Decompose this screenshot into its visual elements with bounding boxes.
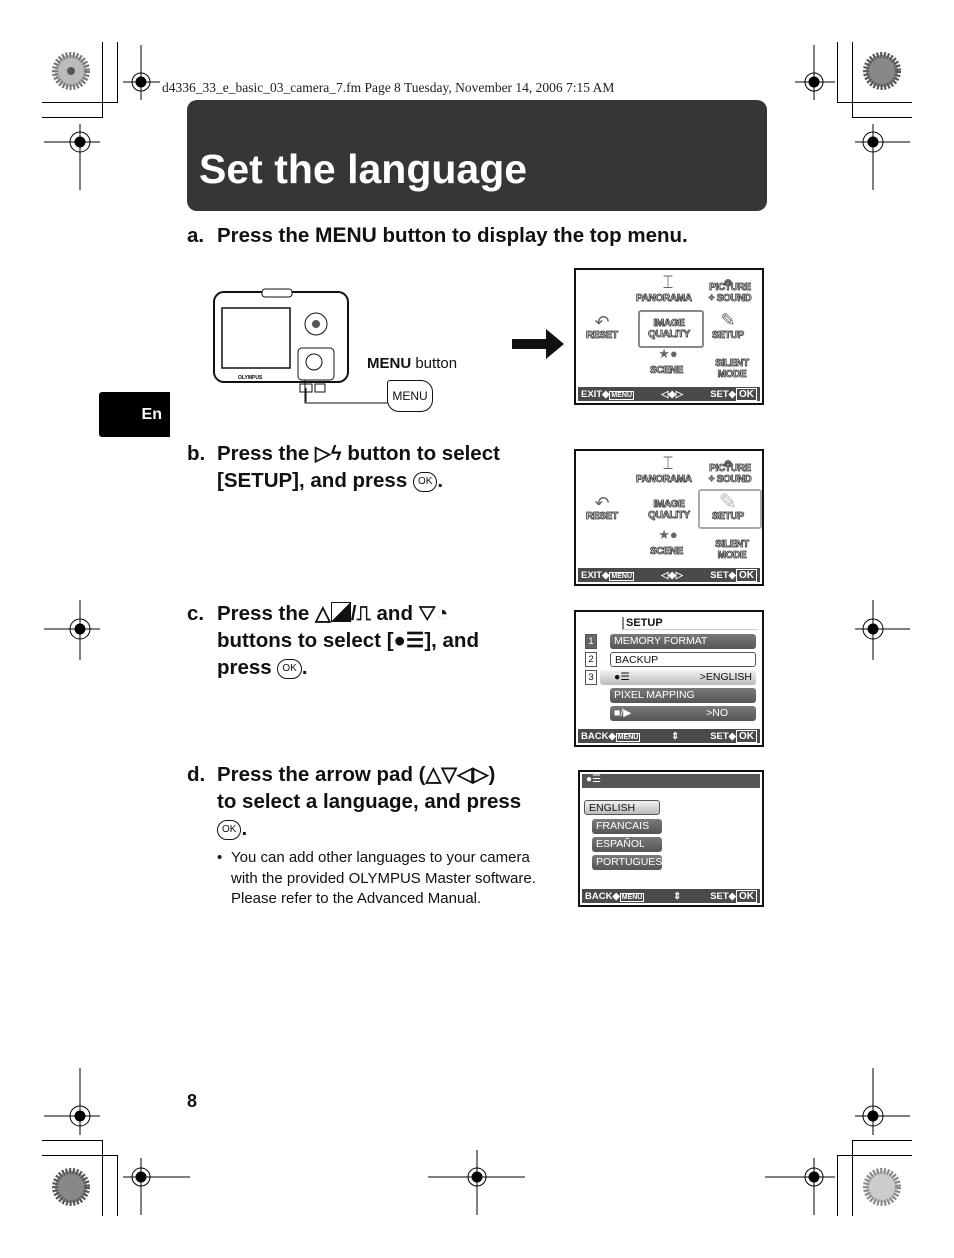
menu-panorama: PANORAMA: [636, 474, 693, 486]
page-number-1: 1: [585, 634, 597, 649]
brand-logo: OLYMPUS: [238, 375, 263, 381]
menu-button-caption: MENU button: [367, 355, 458, 372]
crosshair-icon: [428, 1150, 525, 1215]
note: • You can add other languages to your ca…: [217, 848, 536, 910]
language-option-espanol: ESPAÑOL: [592, 837, 662, 852]
step-text: Press the ▷: [217, 442, 331, 465]
crosshair-icon: [795, 45, 835, 100]
menu-row-backup: BACKUP: [610, 652, 756, 667]
note-line: Please refer to the Advanced Manual.: [231, 890, 482, 907]
arrow-right-icon: [512, 329, 564, 359]
language-menu-screen: ●☰ ENGLISH FRANCAIS ESPAÑOL PORTUGUES BA…: [578, 770, 764, 907]
page-number-3: 3: [585, 670, 597, 685]
step-letter: d.: [187, 763, 206, 786]
page-number-2: 2: [585, 652, 597, 667]
note-line: with the provided OLYMPUS Master softwar…: [231, 869, 536, 887]
ok-button-icon: OK: [412, 471, 438, 492]
language-option-english: ENGLISH: [584, 800, 660, 815]
screen-footer-bar: BACK◆ MENU ⇕ SET◆ OK: [582, 889, 760, 903]
step-text: press: [217, 656, 278, 679]
top-menu-screen: ⌶ PANORAMA ● PICTURE + SOUND ↶ RESET IMAG…: [574, 268, 764, 405]
self-timer-icon: ◔: [435, 602, 449, 625]
menu-row-memory-format: MEMORY FORMAT: [610, 634, 756, 649]
menu-picture-sound: PICTURE + SOUND: [708, 282, 752, 305]
starburst-icon: [52, 52, 90, 90]
menu-picture-sound: PICTURE + SOUND: [708, 463, 752, 486]
starburst-icon: [52, 1168, 90, 1206]
step-d: d. Press the arrow pad (△▽◁▷) to select …: [187, 763, 522, 840]
crosshair-icon: [855, 600, 910, 660]
menu-image-quality: IMAGE QUALITY: [648, 499, 691, 522]
wrench-icon: ✎: [720, 310, 736, 330]
page-number: 8: [187, 1091, 198, 1111]
crosshair-icon: [44, 1068, 100, 1135]
menu-scene: SCENE: [650, 546, 684, 558]
menu-row-camera-playback: ■/▶ >NO: [610, 706, 756, 721]
ok-button-icon: OK: [277, 658, 302, 679]
menu-button-graphic: MENU: [387, 380, 433, 412]
language-option-portugues: PORTUGUES: [592, 855, 662, 870]
step-text: Press the: [217, 224, 315, 247]
language-icon: ●☰: [582, 774, 760, 788]
step-text: button to display the top menu.: [376, 224, 688, 247]
language-option-francais: FRANCAIS: [592, 819, 662, 834]
step-letter: b.: [187, 442, 206, 465]
step-text: Press the arrow pad (△▽◁▷): [217, 763, 496, 786]
print-icon: ⎍: [356, 602, 371, 625]
top-menu-setup-screen: ⌶ PANORAMA ● PICTURE + SOUND ↶ RESET IMAG…: [574, 449, 764, 586]
crosshair-icon: [44, 124, 100, 190]
language-icon: ●☰: [393, 629, 425, 652]
step-c: c. Press the △/⎍ and ▽◔ buttons to selec…: [187, 602, 479, 679]
note-line: You can add other languages to your came…: [231, 849, 530, 866]
camera-playback-icon: ■/▶: [614, 707, 632, 719]
crosshair-icon: [123, 1158, 190, 1215]
menu-scene: SCENE: [650, 365, 684, 377]
scene-icon: ★●: [658, 346, 678, 361]
step-b: b. Press the ▷ϟ button to select [SETUP]…: [187, 442, 500, 492]
scene-icon: ★●: [658, 527, 678, 542]
crosshair-icon: [44, 600, 100, 660]
crosshair-icon: [765, 1158, 835, 1215]
bullet: •: [217, 849, 223, 866]
panorama-icon: ⌶: [662, 272, 674, 292]
setup-menu-screen: SETUP 1 2 3 MEMORY FORMAT BACKUP ●☰ >ENGL…: [574, 610, 764, 747]
menu-reset: RESET: [586, 330, 619, 342]
menu-silent-mode: SILENT MODE: [715, 358, 750, 381]
menu-silent-mode: SILENT MODE: [715, 539, 750, 562]
menu-setup: SETUP: [712, 511, 745, 523]
crosshair-icon: [855, 124, 910, 190]
page-title: Set the language: [199, 146, 528, 192]
step-text: to select a language, and press: [217, 790, 522, 813]
callout-line: [304, 380, 388, 404]
panorama-icon: ⌶: [662, 453, 674, 473]
language-tab: En: [99, 392, 170, 437]
screen-footer-bar: BACK◆ MENU ⇕ SET◆ OK: [578, 729, 760, 743]
step-text: Press the △: [217, 602, 331, 625]
step-a: a. Press the MENU button to display the …: [187, 222, 787, 249]
ok-button-icon: OK: [217, 819, 242, 840]
exposure-comp-icon: [330, 602, 351, 622]
menu-row-pixel-mapping: PIXEL MAPPING: [610, 688, 756, 703]
step-text: [SETUP], and press: [217, 469, 413, 492]
step-text: buttons to select [: [217, 629, 394, 652]
menu-image-quality: IMAGE QUALITY: [648, 318, 691, 341]
screen-footer-bar: EXIT◆ MENU ◁◆▷ SET◆ OK: [578, 568, 760, 582]
starburst-icon: [863, 1168, 901, 1206]
language-icon: ●☰: [614, 671, 630, 683]
menu-row-language: ●☰ >ENGLISH: [600, 670, 756, 685]
menu-button-label: MENU: [315, 224, 377, 247]
screen-footer-bar: EXIT◆ MENU ◁◆▷ SET◆ OK: [578, 387, 760, 401]
starburst-icon: [863, 52, 901, 90]
crosshair-icon: [855, 1068, 910, 1135]
step-letter: a.: [187, 224, 205, 247]
menu-panorama: PANORAMA: [636, 293, 693, 305]
flash-icon: ϟ: [330, 442, 342, 465]
crosshair-icon: [123, 45, 160, 100]
file-info-header: d4336_33_e_basic_03_camera_7.fm Page 8 T…: [162, 80, 615, 95]
step-letter: c.: [187, 602, 205, 625]
menu-setup: SETUP: [712, 330, 745, 342]
menu-reset: RESET: [586, 511, 619, 523]
setup-menu-title: SETUP: [622, 617, 758, 630]
